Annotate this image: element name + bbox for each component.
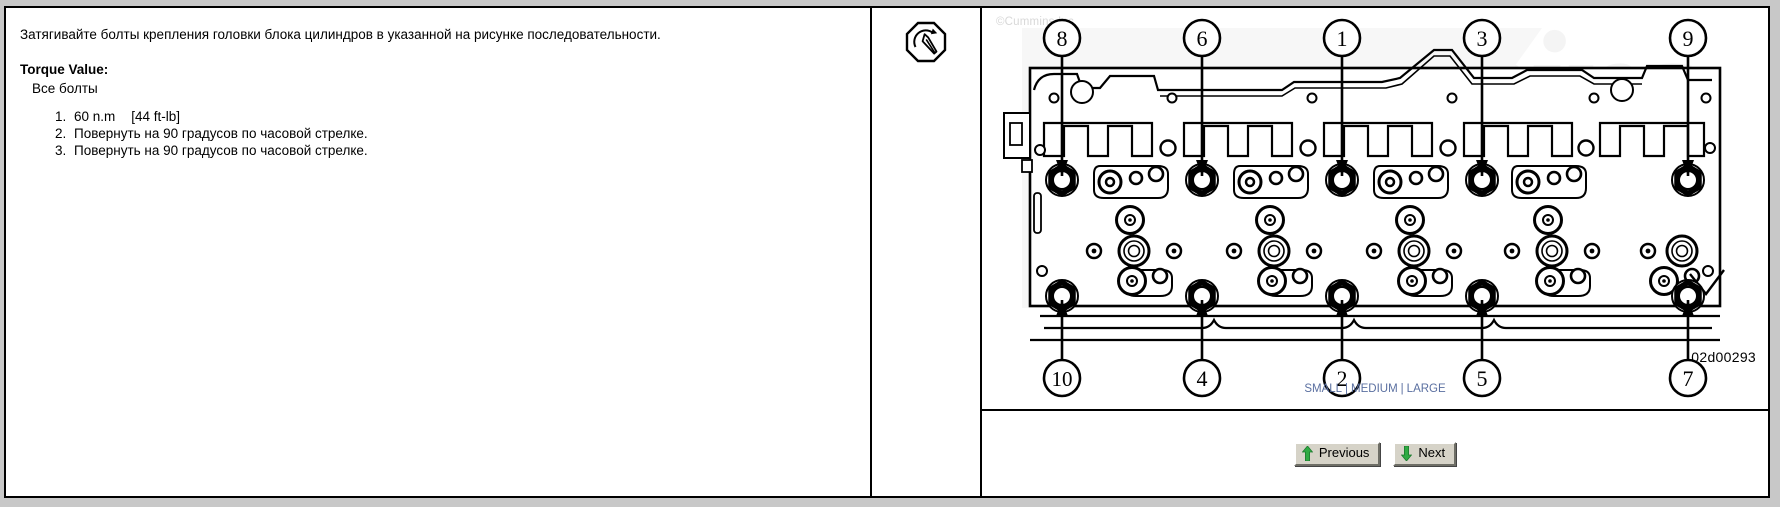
next-button[interactable]: Next bbox=[1393, 441, 1457, 466]
torque-step-3: Повернуть на 90 градусов по часовой стре… bbox=[70, 142, 854, 159]
torque-scope-text: Все болты bbox=[32, 80, 98, 96]
figure-id-label: 02d00293 bbox=[1691, 349, 1756, 365]
torque-value-heading: Torque Value: bbox=[20, 61, 109, 77]
torque-step-2-value: Повернуть на 90 градусов по часовой стре… bbox=[74, 125, 368, 141]
graphic-panel: Cummins ©Cummins Inc bbox=[980, 6, 1770, 498]
torque-step-1: 60 n.m [44 ft-lb] bbox=[70, 108, 854, 125]
callout-top-0-label: 8 bbox=[1057, 26, 1068, 51]
size-link-small[interactable]: SMALL bbox=[1304, 383, 1342, 395]
instruction-content: Затягивайте болты крепления головки блок… bbox=[6, 8, 870, 159]
callout-top-3: 3 bbox=[1462, 18, 1502, 58]
torque-steps-list: 60 n.m [44 ft-lb] Повернуть на 90 градусо… bbox=[50, 108, 854, 160]
torque-step-3-value: Повернуть на 90 градусов по часовой стре… bbox=[74, 143, 368, 159]
next-button-label: Next bbox=[1418, 444, 1446, 460]
page-root: Затягивайте болты крепления головки блок… bbox=[4, 6, 1774, 498]
arrow-up-icon bbox=[1301, 444, 1314, 461]
navigation-bar: Previous Next bbox=[980, 411, 1770, 498]
instruction-panel: Затягивайте болты крепления головки блок… bbox=[4, 6, 870, 498]
size-link-medium[interactable]: MEDIUM bbox=[1351, 383, 1398, 395]
navigation-button-row: Previous Next bbox=[1293, 441, 1457, 466]
previous-button-label: Previous bbox=[1318, 444, 1370, 460]
size-link-large[interactable]: LARGE bbox=[1407, 383, 1446, 395]
arrow-down-icon bbox=[1401, 445, 1413, 462]
size-link-separator-1: | bbox=[1345, 383, 1349, 395]
cylinder-head-diagram: 8 6 1 3 9 10 4 2 5 7 bbox=[1003, 18, 1725, 398]
torque-step-1-alt: [44 ft-lb] bbox=[131, 108, 181, 124]
callout-top-4: 9 bbox=[1668, 18, 1708, 58]
callout-top-1-label: 6 bbox=[1197, 26, 1208, 51]
torque-step-2: Повернуть на 90 градусов по часовой стре… bbox=[70, 125, 854, 142]
callout-top-2-label: 1 bbox=[1337, 26, 1348, 51]
figure-container: Cummins ©Cummins Inc bbox=[980, 6, 1770, 411]
callout-top-1: 6 bbox=[1182, 18, 1222, 58]
callout-top-3-label: 3 bbox=[1477, 26, 1488, 51]
instruction-intro-text: Затягивайте болты крепления головки блок… bbox=[20, 27, 661, 42]
size-link-separator-2: | bbox=[1400, 383, 1404, 395]
callout-top-0: 8 bbox=[1042, 18, 1082, 58]
callout-top-4-label: 9 bbox=[1683, 26, 1694, 51]
callout-top-2: 1 bbox=[1322, 18, 1362, 58]
torque-step-1-value: 60 n.m bbox=[74, 108, 116, 124]
previous-button[interactable]: Previous bbox=[1293, 441, 1381, 466]
image-size-links: SMALL | MEDIUM | LARGE bbox=[982, 383, 1768, 395]
symbol-panel bbox=[870, 6, 980, 498]
torque-wrench-icon bbox=[904, 20, 948, 64]
